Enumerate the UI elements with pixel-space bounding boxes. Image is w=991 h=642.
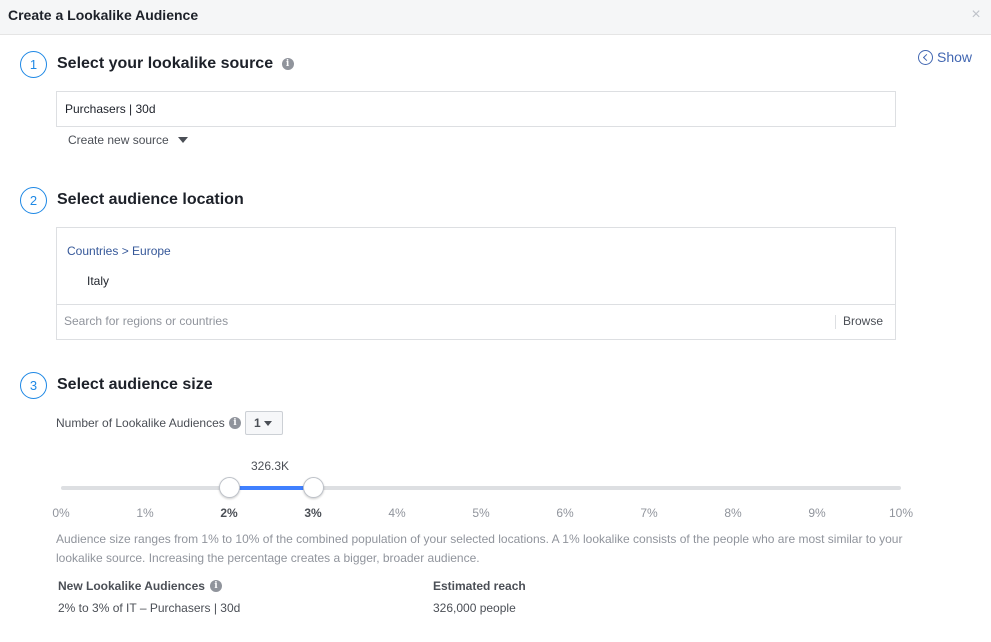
step-3-title: Select audience size	[57, 376, 213, 393]
caret-down-icon	[177, 137, 188, 143]
step-1-badge: 1	[20, 51, 47, 78]
location-search-input[interactable]	[64, 314, 824, 328]
audience-size-description: Audience size ranges from 1% to 10% of t…	[56, 532, 903, 565]
slider-tick-label: 2%	[220, 506, 238, 520]
slider-tick-label: 7%	[640, 506, 658, 520]
divider	[835, 315, 836, 329]
dialog-header: Create a Lookalike Audience ×	[0, 0, 991, 35]
slider-tick-label: 9%	[808, 506, 826, 520]
slider-min-handle[interactable]	[219, 477, 240, 498]
browse-button[interactable]: Browse	[843, 314, 883, 328]
slider-tick-label: 3%	[304, 506, 322, 520]
slider-tick-label: 8%	[724, 506, 742, 520]
create-source-label: Create new source	[68, 133, 169, 147]
slider-tick-label: 4%	[388, 506, 406, 520]
dialog-title: Create a Lookalike Audience	[8, 7, 199, 23]
show-label: Show	[937, 49, 973, 65]
estimated-reach-title: Estimated reach	[433, 579, 526, 593]
audience-size-slider-fill	[229, 486, 313, 490]
step-1-title-text: Select your lookalike source	[57, 55, 274, 72]
slider-value-label: 326.3K	[251, 459, 290, 473]
slider-tick-label: 1%	[136, 506, 154, 520]
info-icon[interactable]: i	[209, 580, 222, 592]
location-search-row: Browse	[57, 304, 895, 339]
info-icon[interactable]: i	[281, 57, 294, 70]
slider-tick-label: 6%	[556, 506, 574, 520]
step-1-title: Select your lookalike source i	[57, 55, 294, 73]
audience-size-slider-track[interactable]	[61, 486, 901, 490]
caret-down-icon	[263, 420, 272, 426]
close-icon[interactable]: ×	[969, 6, 983, 24]
info-icon[interactable]: i	[229, 417, 241, 429]
location-selector: Countries > Europe Italy Browse	[56, 227, 896, 340]
slider-tick-label: 0%	[52, 506, 70, 520]
slider-max-handle[interactable]	[303, 477, 324, 498]
step-3-badge: 3	[20, 372, 47, 399]
new-audiences-title: New Lookalike Audiences i	[58, 579, 222, 593]
slider-tick-label: 10%	[888, 506, 914, 520]
create-new-source-dropdown[interactable]: Create new source	[68, 133, 188, 147]
step-2-badge: 2	[20, 187, 47, 214]
audience-count-select[interactable]: 1	[245, 411, 283, 435]
selected-country: Italy	[87, 274, 110, 288]
new-audiences-title-text: New Lookalike Audiences	[58, 579, 205, 593]
show-panel-button[interactable]: Show	[918, 48, 972, 66]
source-input[interactable]: Purchasers | 30d	[56, 91, 896, 127]
step-2-title: Select audience location	[57, 191, 244, 208]
audience-count-value: 1	[254, 416, 261, 430]
slider-tick-label: 5%	[472, 506, 490, 520]
source-value: Purchasers | 30d	[65, 102, 156, 116]
new-audiences-value: 2% to 3% of IT – Purchasers | 30d	[58, 601, 241, 615]
audience-count-label: Number of Lookalike Audiences	[56, 416, 225, 430]
estimated-reach-value: 326,000 people	[433, 601, 516, 615]
chevron-left-circle-icon	[918, 49, 933, 65]
location-breadcrumb[interactable]: Countries > Europe	[67, 244, 171, 258]
